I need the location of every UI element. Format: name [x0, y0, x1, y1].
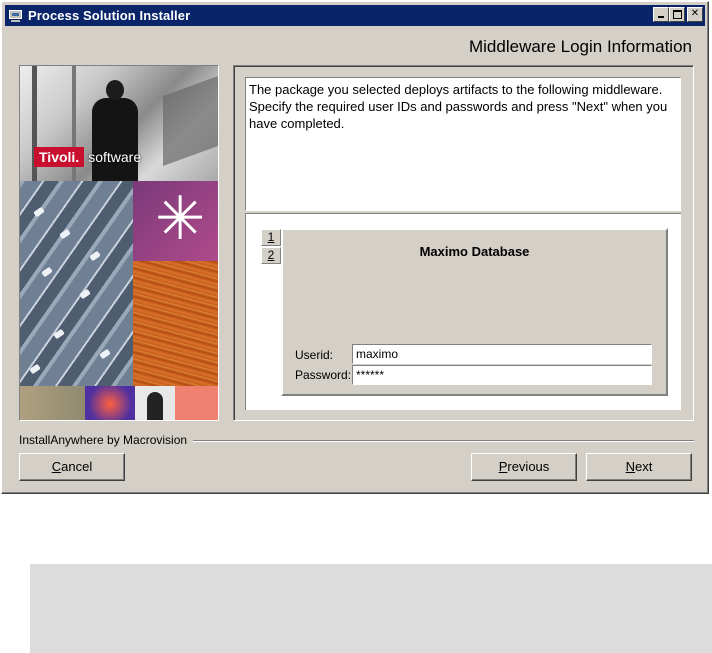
texture-image — [133, 261, 218, 386]
password-label: Password: — [295, 368, 352, 382]
previous-label: revious — [507, 459, 550, 474]
description-text: The package you selected deploys artifac… — [245, 77, 681, 211]
logo-red-text: Tivoli. — [34, 147, 85, 167]
window-title: Process Solution Installer — [28, 8, 191, 23]
tab-1[interactable]: 1 — [261, 229, 281, 246]
password-field[interactable]: ****** — [352, 365, 652, 385]
logo-software-text: software — [88, 149, 142, 165]
bottom-image-strip — [20, 386, 218, 420]
tab-2[interactable]: 2 — [261, 247, 281, 264]
middleware-area: 1 2 Maximo Database Userid: maximo Passw… — [245, 213, 681, 410]
app-window-icon — [8, 9, 24, 23]
branding-image: Tivoli. software ✳ — [19, 65, 219, 421]
minimize-icon[interactable] — [653, 7, 669, 22]
content-panel: The package you selected deploys artifac… — [233, 65, 694, 421]
panel-title: Maximo Database — [419, 244, 530, 259]
next-label: ext — [635, 459, 653, 474]
asterisk-graphic: ✳ — [133, 181, 218, 261]
next-button[interactable]: Next — [586, 453, 692, 481]
installer-window: Process Solution Installer ✕ Middleware … — [1, 1, 709, 494]
vendor-label: InstallAnywhere by Macrovision — [19, 433, 194, 447]
previous-button[interactable]: Previous — [471, 453, 577, 481]
next-accel: N — [625, 459, 636, 474]
cancel-button[interactable]: Cancel — [19, 453, 125, 481]
tivoli-logo: Tivoli. software — [34, 147, 141, 167]
maximo-database-panel: Maximo Database Userid: maximo Password:… — [281, 228, 668, 396]
close-icon[interactable]: ✕ — [687, 7, 703, 22]
page-title: Middleware Login Information — [468, 37, 692, 56]
highway-image — [20, 181, 133, 386]
userid-label: Userid: — [295, 348, 334, 362]
maximize-icon[interactable] — [669, 7, 685, 22]
cancel-accel: C — [51, 459, 62, 474]
title-bar[interactable]: Process Solution Installer ✕ — [5, 5, 705, 26]
window-controls: ✕ — [653, 7, 703, 22]
gray-note-area — [30, 564, 712, 653]
office-person-image: Tivoli. software — [20, 66, 218, 181]
userid-field[interactable]: maximo — [352, 344, 652, 364]
cancel-label: ancel — [61, 459, 93, 474]
